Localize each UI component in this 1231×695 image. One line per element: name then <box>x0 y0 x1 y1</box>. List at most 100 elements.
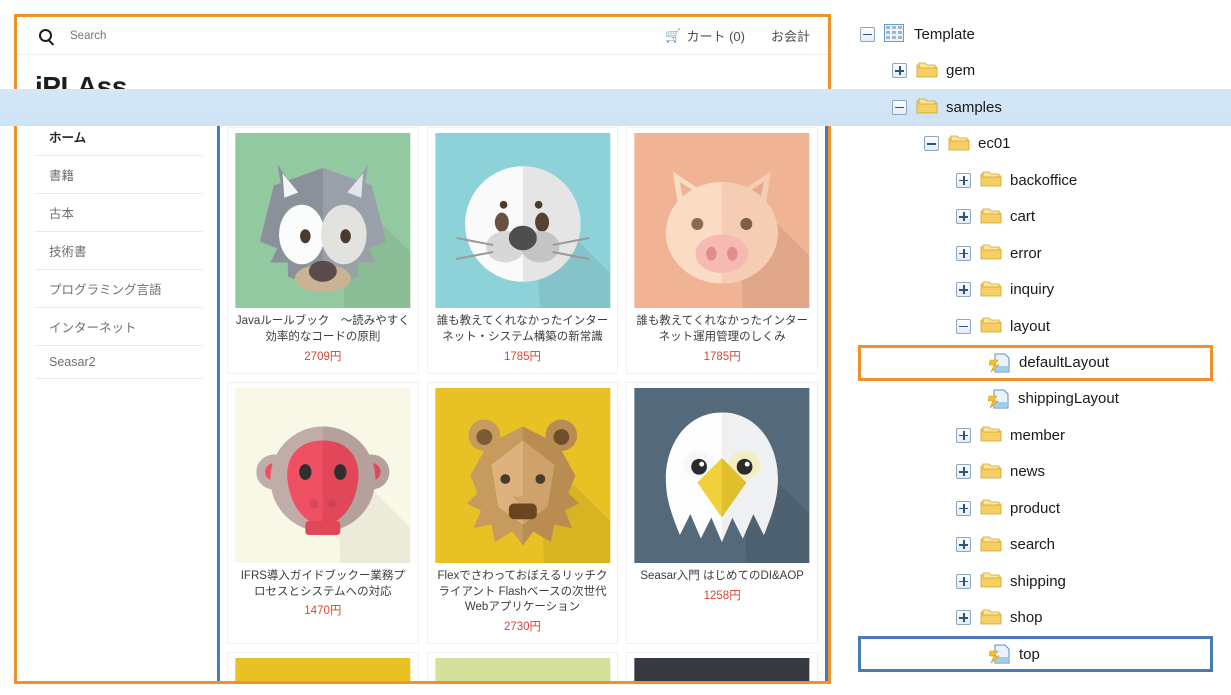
product-price: 1785円 <box>503 350 542 363</box>
folder-icon <box>980 170 1002 190</box>
product-card[interactable] <box>426 652 619 681</box>
product-title: Flexでさわっておぼえるリッチクライアント Flashベースの次世代Webアプ… <box>437 569 608 614</box>
expand-toggle-icon[interactable] <box>956 537 971 553</box>
product-card[interactable]: 誰も教えてくれなかったインターネット・システム構築の新常識 1785円 <box>426 127 619 374</box>
tree-node-backoffice[interactable]: backoffice <box>860 162 1226 199</box>
tree-node-error[interactable]: error <box>860 235 1226 272</box>
sidebar-item-books[interactable]: 書籍 <box>35 155 203 193</box>
product-price: 2730円 <box>503 621 542 634</box>
expand-toggle-icon[interactable] <box>956 610 971 626</box>
tree-node-label: shippingLayout <box>1018 390 1119 408</box>
shop-nav: 🛒 カート (0) お会計 <box>665 26 810 45</box>
expand-toggle-icon[interactable] <box>956 245 971 261</box>
sidebar-item-usedbooks[interactable]: 古本 <box>35 193 203 231</box>
folder-icon <box>916 97 938 117</box>
folder-icon <box>980 535 1002 555</box>
sidebar-item-technical[interactable]: 技術書 <box>35 231 203 269</box>
product-card[interactable]: Flexでさわっておぼえるリッチクライアント Flashベースの次世代Webアプ… <box>426 381 619 645</box>
cart-label: カート (0) <box>686 29 745 44</box>
folder-icon <box>980 280 1002 300</box>
tree-node-label: samples <box>946 98 1002 116</box>
product-card[interactable]: Seasar入門 はじめてのDI&AOP 1258円 <box>626 381 818 645</box>
product-thumbnail <box>233 387 413 563</box>
dark-animal-icon <box>634 658 810 681</box>
checkout-link[interactable]: お会計 <box>771 26 810 45</box>
sidebar-item-label: ホーム <box>49 131 87 145</box>
product-card[interactable] <box>227 652 419 681</box>
cart-icon: 🛒 <box>665 28 682 43</box>
tree-node-label: defaultLayout <box>1019 354 1110 371</box>
tree-node-label: product <box>1010 499 1061 517</box>
seal-icon <box>434 133 610 308</box>
product-card[interactable]: IFRS導入ガイドブックー業務プロセスとシステムへの対応 1470円 <box>227 381 419 645</box>
tree-node-top[interactable]: top <box>858 636 1213 672</box>
product-price: 1470円 <box>304 605 342 618</box>
expand-toggle-icon[interactable] <box>956 282 971 298</box>
folder-icon <box>980 425 1002 445</box>
product-thumbnail <box>433 387 613 563</box>
expand-toggle-icon[interactable] <box>956 427 971 443</box>
tree-node-ec01[interactable]: ec01 <box>860 126 1226 163</box>
tree-node-product[interactable]: product <box>860 490 1226 527</box>
sidebar-item-label: 古本 <box>49 207 75 221</box>
product-price: 2709円 <box>304 350 342 363</box>
sidebar-item-label: Seasar2 <box>49 355 96 369</box>
tree-node-label: ec01 <box>978 135 1011 153</box>
tree-node-label: layout <box>1010 317 1051 335</box>
expand-toggle-icon[interactable] <box>956 464 971 480</box>
collapse-toggle-icon[interactable] <box>892 99 907 115</box>
product-title: Javaルールブック ～読みやすく効率的なコードの原則 <box>235 315 410 343</box>
product-thumbnail <box>233 133 413 308</box>
cat-icon <box>434 658 610 681</box>
tree-node-gem[interactable]: gem <box>860 53 1226 90</box>
product-thumbnail <box>433 658 613 681</box>
tree-node-layout[interactable]: layout <box>860 308 1226 345</box>
folder-icon <box>980 316 1002 336</box>
shop-topbar: 🛒 カート (0) お会計 <box>17 17 828 55</box>
sidebar-item-programming[interactable]: プログラミング言語 <box>35 269 203 307</box>
tree-node-template[interactable]: Template <box>860 16 1226 53</box>
search-input[interactable] <box>70 29 370 42</box>
sidebar-item-label: 技術書 <box>49 245 87 259</box>
product-panel: Javaルールブック ～読みやすく効率的なコードの原則 2709円 誰も教えてく… <box>217 117 828 681</box>
expand-toggle-icon[interactable] <box>956 172 971 188</box>
collapse-toggle-icon[interactable] <box>956 318 971 334</box>
product-card[interactable]: 誰も教えてくれなかったインターネット運用管理のしくみ 1785円 <box>626 127 818 374</box>
tree-node-label: shop <box>1010 609 1043 627</box>
sidebar-item-seasar2[interactable]: Seasar2 <box>35 345 203 379</box>
tree-node-news[interactable]: news <box>860 454 1226 491</box>
collapse-toggle-icon[interactable] <box>860 26 875 42</box>
tree-node-shop[interactable]: shop <box>860 600 1226 637</box>
folder-icon <box>980 571 1002 591</box>
expand-toggle-icon[interactable] <box>956 209 971 225</box>
tree-node-inquiry[interactable]: inquiry <box>860 272 1226 309</box>
expand-toggle-icon[interactable] <box>892 63 907 79</box>
cart-link[interactable]: 🛒 カート (0) <box>665 26 745 45</box>
product-thumbnail <box>632 387 812 563</box>
tree-node-label: error <box>1010 244 1042 262</box>
tree-node-shippinglayout[interactable]: shippingLayout <box>860 381 1226 418</box>
sidebar-item-label: インターネット <box>49 321 137 335</box>
product-thumbnail <box>632 133 812 308</box>
product-card[interactable] <box>626 652 818 681</box>
search-box[interactable] <box>39 29 370 42</box>
tree-node-defaultlayout[interactable]: defaultLayout <box>858 344 1213 381</box>
pig-icon <box>634 133 810 308</box>
tree-node-search[interactable]: search <box>860 527 1226 564</box>
tree-node-label: search <box>1010 536 1056 554</box>
tree-node-member[interactable]: member <box>860 417 1226 454</box>
tree-node-label: Template <box>914 25 975 43</box>
collapse-toggle-icon[interactable] <box>924 136 939 152</box>
expand-toggle-icon[interactable] <box>956 573 971 589</box>
tree-node-shipping[interactable]: shipping <box>860 563 1226 600</box>
expand-toggle-icon[interactable] <box>956 500 971 516</box>
product-card[interactable]: Javaルールブック ～読みやすく効率的なコードの原則 2709円 <box>227 127 419 374</box>
folder-icon <box>980 498 1002 518</box>
sidebar-item-internet[interactable]: インターネット <box>35 307 203 345</box>
tree-node-label: backoffice <box>1010 171 1078 189</box>
folder-icon <box>980 462 1002 482</box>
wolf-icon <box>235 133 411 308</box>
tree-node-cart[interactable]: cart <box>860 199 1226 236</box>
tree-node-samples[interactable]: samples <box>0 89 1231 126</box>
lion-icon <box>434 387 610 563</box>
